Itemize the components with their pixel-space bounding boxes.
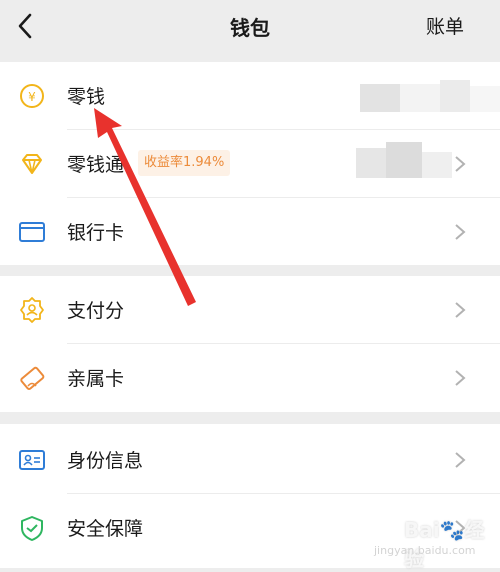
list-item-change[interactable]: ¥ 零钱 — [0, 62, 500, 130]
blurred-amount — [356, 138, 460, 188]
watermark-brand: Bai🐾经验 — [404, 518, 485, 571]
pay-score-icon — [18, 296, 46, 324]
list-item-label: 身份信息 — [67, 450, 144, 472]
watermark-url: jingyan.baidu.com — [374, 544, 476, 557]
yield-rate-badge: 收益率1.94% — [138, 150, 231, 176]
list-item-family-card[interactable]: 亲属卡 — [0, 344, 500, 412]
family-card-icon — [18, 364, 46, 392]
list-item-label: 亲属卡 — [67, 368, 125, 390]
chevron-right-icon — [454, 451, 466, 469]
list-item-label: 银行卡 — [67, 222, 125, 244]
id-card-icon — [18, 446, 46, 474]
blurred-balance — [360, 80, 500, 120]
list-item-bank-card[interactable]: 银行卡 — [0, 198, 500, 266]
nav-bar: 钱包 账单 — [0, 0, 500, 52]
list-item-change-pass[interactable]: 零钱通 收益率1.94% — [0, 130, 500, 198]
bank-card-icon — [18, 218, 46, 246]
list-item-label: 支付分 — [67, 300, 125, 322]
list-item-pay-score[interactable]: 支付分 — [0, 276, 500, 344]
list-item-label: 安全保障 — [67, 518, 144, 540]
wallet-group-services: 支付分 亲属卡 — [0, 276, 500, 412]
chevron-right-icon — [454, 223, 466, 241]
yuan-coin-icon: ¥ — [18, 82, 46, 110]
wallet-group-balance: ¥ 零钱 零钱通 收益率1.94% 银行卡 — [0, 62, 500, 265]
chevron-right-icon — [454, 369, 466, 387]
list-item-label: 零钱通 — [67, 154, 125, 176]
bill-link[interactable]: 账单 — [426, 12, 464, 39]
shield-icon — [18, 514, 46, 542]
chevron-right-icon — [454, 301, 466, 319]
baidu-watermark: Bai🐾经验 jingyan.baidu.com — [364, 510, 494, 571]
list-item-identity[interactable]: 身份信息 — [0, 426, 500, 494]
diamond-icon — [18, 150, 46, 178]
chevron-right-icon — [454, 155, 466, 173]
svg-text:¥: ¥ — [28, 90, 36, 104]
list-item-label: 零钱 — [67, 86, 106, 108]
